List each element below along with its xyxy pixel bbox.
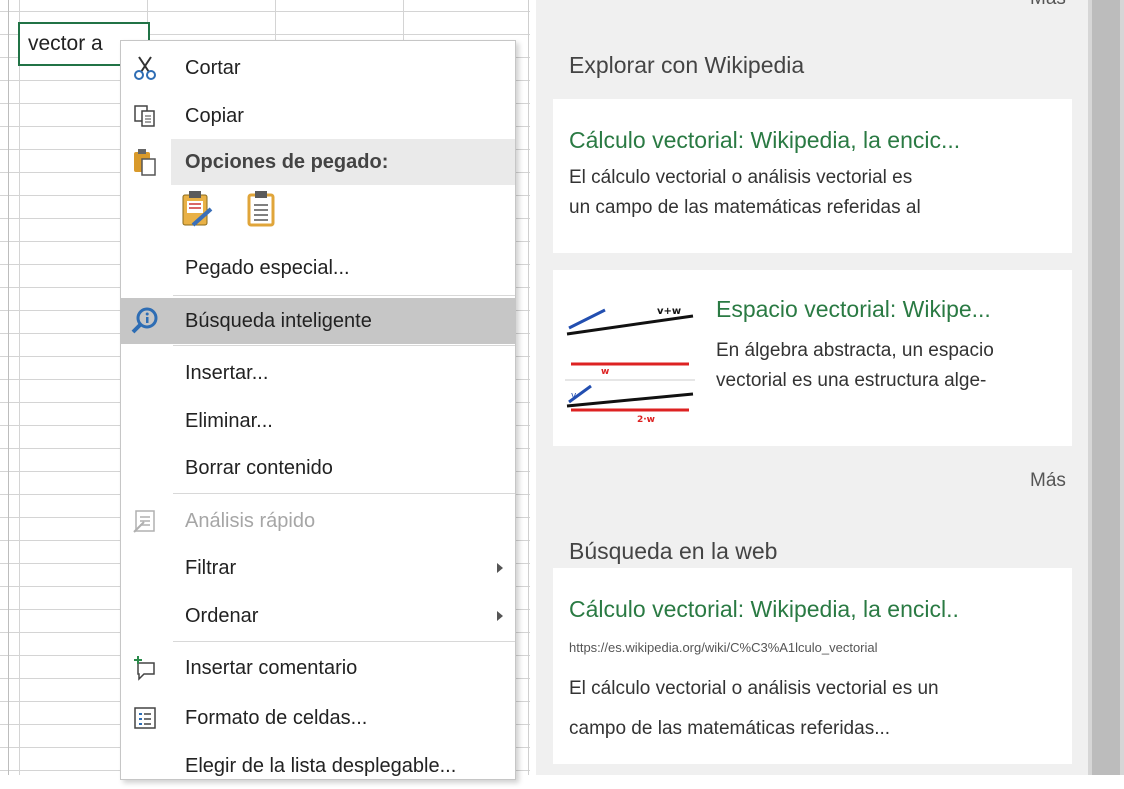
menu-separator [173, 641, 515, 642]
menu-item-clear-contents[interactable]: Borrar contenido [121, 445, 515, 491]
wiki-card-line2: vectorial es una estructura alge- [716, 370, 987, 391]
wiki-card-line1: En álgebra abstracta, un espacio [716, 340, 994, 361]
thumb-label-2w: 2·w [637, 415, 655, 424]
paste-formatting-icon[interactable] [179, 189, 215, 229]
pane-scrollbar-thumb[interactable] [1092, 0, 1120, 775]
copy-icon [131, 102, 159, 130]
menu-item-label: Pegado especial... [185, 256, 350, 279]
menu-item-cut[interactable]: Cortar [121, 45, 515, 91]
menu-separator [173, 295, 515, 296]
smart-lookup-icon [131, 307, 159, 335]
more-link-mid[interactable]: Más [1030, 470, 1066, 492]
web-result-line2: campo de las matemáticas referidas... [569, 718, 891, 739]
menu-item-label: Filtrar [185, 556, 237, 579]
thumb-label-w: w [601, 367, 609, 377]
menu-item-sort[interactable]: Ordenar [121, 593, 515, 639]
menu-item-label: Formato de celdas... [185, 706, 368, 729]
vector-diagram-thumbnail: v+w w v 2·w [565, 294, 695, 425]
menu-item-label: Ordenar [185, 604, 259, 627]
menu-item-insert-comment[interactable]: Insertar comentario [121, 645, 515, 691]
menu-item-label: Análisis rápido [185, 509, 316, 532]
menu-item-format-cells[interactable]: Formato de celdas... [121, 695, 515, 741]
menu-item-copy[interactable]: Copiar [121, 93, 515, 139]
submenu-arrow-icon [497, 563, 503, 573]
web-result-title[interactable]: Cálculo vectorial: Wikipedia, la encicl.… [569, 596, 959, 623]
comment-icon [131, 654, 159, 682]
menu-item-pick-from-list[interactable]: Elegir de la lista desplegable... [121, 743, 515, 789]
thumb-label-vw: v+w [657, 306, 681, 317]
more-link-top[interactable]: Más [1030, 0, 1066, 10]
web-search-title: Búsqueda en la web [569, 538, 778, 564]
paste-values-icon[interactable] [245, 189, 277, 229]
menu-item-label: Insertar... [185, 361, 269, 384]
context-menu: Cortar Copiar Opciones de pegado: Pegado… [120, 40, 516, 780]
grid-left-border [8, 0, 9, 775]
wiki-card-title[interactable]: Cálculo vectorial: Wikipedia, la encic..… [569, 127, 960, 154]
quick-analysis-icon [131, 507, 159, 535]
wiki-card-line2: un campo de las matemáticas referidas al [569, 197, 921, 218]
wiki-card-title[interactable]: Espacio vectorial: Wikipe... [716, 296, 991, 323]
menu-item-smart-lookup[interactable]: Búsqueda inteligente [121, 298, 515, 344]
menu-item-label: Búsqueda inteligente [185, 309, 372, 332]
wiki-card-line1: El cálculo vectorial o análisis vectoria… [569, 167, 913, 188]
web-result-line1: El cálculo vectorial o análisis vectoria… [569, 678, 939, 699]
web-result-card[interactable]: Cálculo vectorial: Wikipedia, la encicl.… [553, 568, 1072, 764]
clipboard-icon [131, 147, 159, 176]
wiki-card-espacio[interactable]: v+w w v 2·w Espacio vectorial: Wikipe...… [553, 270, 1072, 446]
menu-item-label: Cortar [185, 56, 241, 79]
menu-item-label: Copiar [185, 104, 244, 127]
menu-separator [173, 345, 515, 346]
explore-wikipedia-title: Explorar con Wikipedia [569, 52, 805, 78]
menu-item-label: Eliminar... [185, 409, 273, 432]
menu-item-paste-special[interactable]: Pegado especial... [121, 245, 515, 291]
menu-item-label: Borrar contenido [185, 456, 333, 479]
menu-item-label: Insertar comentario [185, 656, 358, 679]
menu-item-label: Elegir de la lista desplegable... [185, 754, 457, 777]
sheet-divider [528, 0, 529, 775]
scissors-icon [131, 54, 159, 82]
format-cells-icon [131, 704, 159, 732]
active-cell-text: vector a [28, 32, 103, 55]
menu-item-quick-analysis: Análisis rápido [121, 498, 515, 544]
paste-options-label: Opciones de pegado: [185, 150, 389, 173]
menu-item-filter[interactable]: Filtrar [121, 545, 515, 591]
menu-item-delete[interactable]: Eliminar... [121, 398, 515, 444]
paste-options-header: Opciones de pegado: [171, 139, 515, 185]
wiki-card-calculo[interactable]: Cálculo vectorial: Wikipedia, la encic..… [553, 99, 1072, 253]
menu-separator [173, 493, 515, 494]
web-result-url[interactable]: https://es.wikipedia.org/wiki/C%C3%A1lcu… [569, 640, 878, 655]
menu-item-insert[interactable]: Insertar... [121, 350, 515, 396]
submenu-arrow-icon [497, 611, 503, 621]
